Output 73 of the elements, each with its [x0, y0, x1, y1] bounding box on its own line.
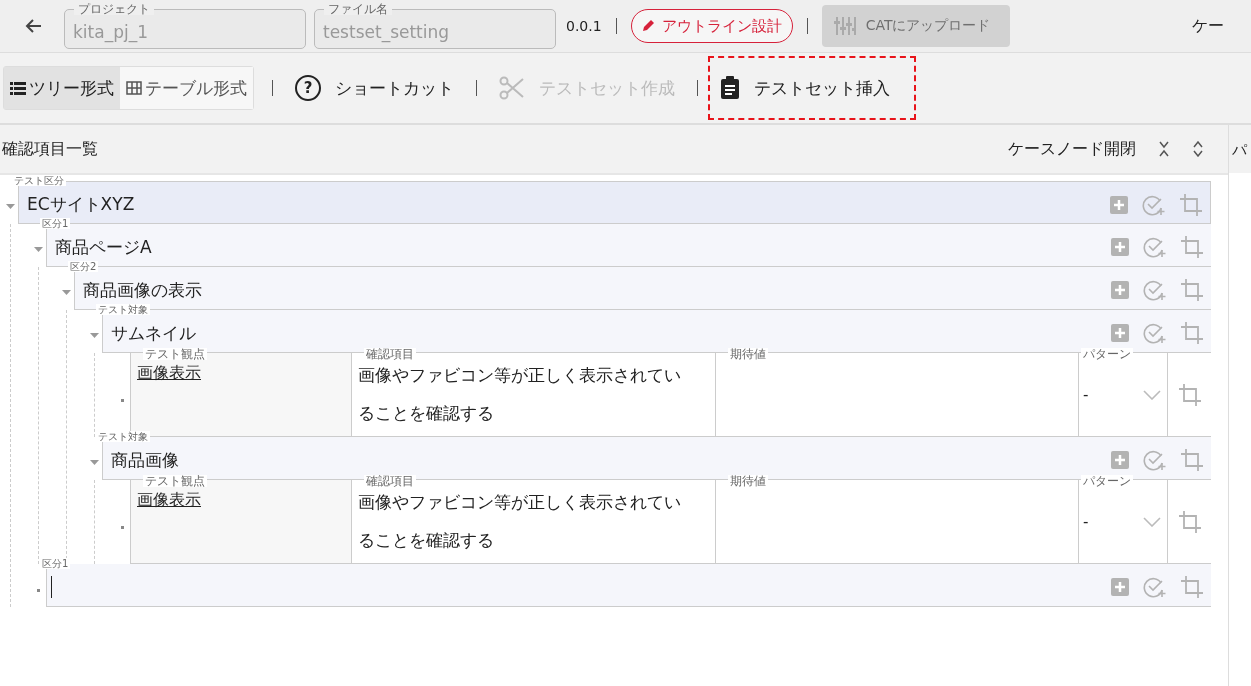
chevron-down-icon — [1143, 516, 1161, 527]
node-title: 商品ページA — [55, 235, 152, 259]
check-circle-plus-icon[interactable] — [1143, 449, 1167, 471]
plus-square-icon[interactable] — [1111, 281, 1129, 299]
view-tab[interactable]: テーブル形式 — [120, 67, 253, 109]
plus-square-icon[interactable] — [1111, 324, 1129, 342]
field-label: ファイル名 — [324, 3, 392, 15]
pattern-select[interactable]: - — [1083, 385, 1143, 404]
field-label: テスト対象 — [96, 304, 150, 315]
toggle-label: ケースノード開閉 — [1008, 138, 1136, 160]
header-text: ケー — [1192, 15, 1225, 37]
caret-down-icon[interactable] — [5, 202, 15, 211]
panel-title: 確認項目一覧 — [2, 138, 98, 160]
field-label: 期待値 — [728, 348, 768, 360]
sliders-icon — [833, 16, 856, 36]
plus-square-icon[interactable] — [1110, 195, 1128, 214]
plus-square-icon[interactable] — [1111, 451, 1129, 469]
check-circle-plus-icon[interactable] — [1143, 236, 1167, 258]
toolbar-button[interactable]: テストセット挿入 — [710, 58, 914, 118]
grid-icon — [126, 81, 142, 95]
field-label: テスト対象 — [96, 431, 150, 442]
field-label: 確認項目 — [364, 348, 416, 360]
crop-icon[interactable] — [1178, 510, 1201, 533]
field-label: プロジェクト — [74, 3, 154, 15]
crop-icon[interactable] — [1181, 279, 1203, 301]
check-circle-plus-icon[interactable] — [1143, 279, 1167, 301]
plus-square-icon[interactable] — [1111, 578, 1129, 596]
pattern-select[interactable]: - — [1083, 512, 1143, 531]
viewpoint-link[interactable]: 画像表示 — [137, 490, 201, 509]
chevron-down-icon — [1143, 389, 1161, 400]
crop-icon[interactable] — [1178, 383, 1201, 406]
field-label: パターン — [1081, 475, 1133, 487]
node-title: 商品画像の表示 — [83, 278, 202, 302]
field-label: 確認項目 — [364, 475, 416, 487]
caret-down-icon[interactable] — [61, 288, 71, 297]
node-title: サムネイル — [111, 321, 196, 345]
field-label: 期待値 — [728, 475, 768, 487]
clipboard-icon — [720, 76, 740, 100]
field-label: 区分1 — [40, 218, 71, 229]
node-title: 商品画像 — [111, 448, 179, 472]
help-icon: ? — [295, 75, 321, 101]
collapse-icon[interactable] — [1158, 141, 1170, 157]
list-icon — [10, 81, 26, 95]
view-tab[interactable]: ツリー形式 — [4, 67, 120, 109]
side-panel-text: パ — [1229, 125, 1251, 173]
expand-icon[interactable] — [1192, 141, 1204, 157]
crop-icon[interactable] — [1180, 193, 1202, 216]
check-item-text: 画像やファビコン等が正しく表示されていることを確認する — [358, 364, 682, 425]
caret-down-icon[interactable] — [89, 458, 99, 467]
field-label: テスト観点 — [143, 475, 207, 487]
node-title: ECサイトXYZ — [27, 193, 135, 216]
crop-icon[interactable] — [1181, 236, 1203, 258]
check-item-text: 画像やファビコン等が正しく表示されていることを確認する — [358, 491, 682, 552]
field-label: パターン — [1081, 348, 1133, 360]
field-label: 区分1 — [40, 558, 71, 569]
caret-down-icon[interactable] — [89, 331, 99, 340]
viewpoint-link[interactable]: 画像表示 — [137, 363, 201, 382]
toolbar-button[interactable]: ? ショートカット — [285, 66, 464, 110]
crop-icon[interactable] — [1181, 322, 1203, 344]
version-text: 0.0.1 — [566, 18, 602, 34]
crop-icon[interactable] — [1181, 576, 1203, 598]
check-circle-plus-icon[interactable] — [1143, 576, 1167, 598]
check-circle-plus-icon[interactable] — [1143, 322, 1167, 344]
check-circle-plus-icon[interactable] — [1142, 193, 1166, 216]
field-label: 区分2 — [68, 261, 99, 272]
caret-down-icon[interactable] — [33, 245, 43, 254]
outline-button[interactable]: アウトライン設計 — [630, 9, 793, 43]
plus-square-icon[interactable] — [1111, 238, 1129, 256]
crop-icon[interactable] — [1181, 449, 1203, 471]
field-label: テスト区分 — [12, 175, 66, 186]
scissors-icon — [499, 76, 525, 100]
back-arrow-icon[interactable] — [24, 18, 42, 34]
field-label: テスト観点 — [143, 348, 207, 360]
